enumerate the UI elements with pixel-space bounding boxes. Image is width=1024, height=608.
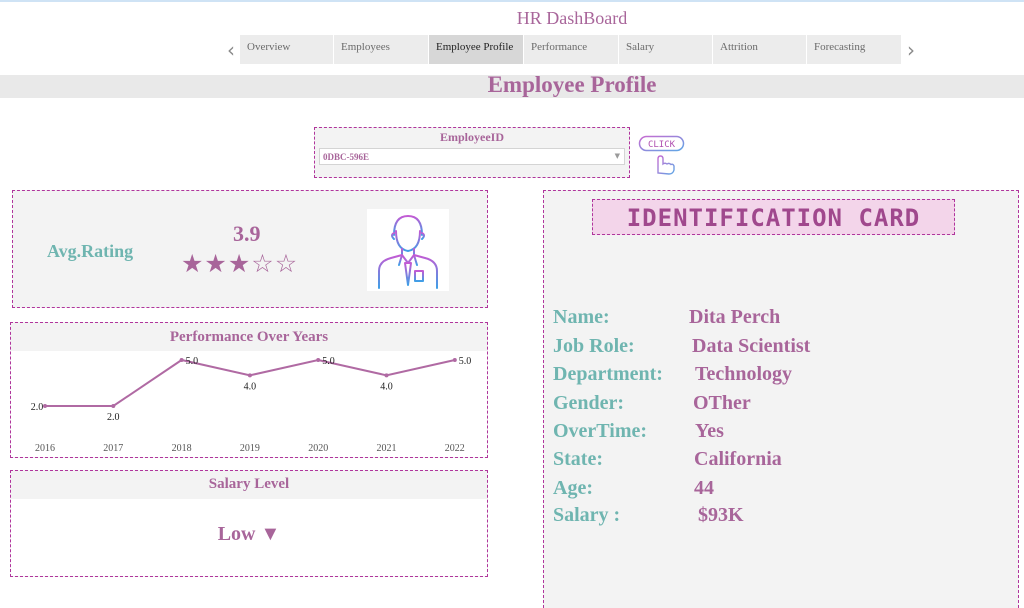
salary-title: Salary Level (208, 476, 290, 492)
star-filled-icon: ★ (227, 249, 252, 278)
id-field-key: Name: (553, 306, 610, 328)
id-field-key: Gender: (553, 392, 625, 414)
click-button[interactable]: CLICK (638, 135, 686, 175)
pointer-hand-icon: CLICK (638, 135, 685, 175)
star-rating: ★★★☆☆ (181, 249, 298, 278)
id-field-value: Data Scientist (692, 335, 811, 357)
data-label: 5.0 (322, 356, 335, 367)
employee-id-label: EmployeeID (440, 130, 504, 144)
performance-point (179, 358, 184, 362)
x-tick-label: 2018 (172, 443, 192, 454)
performance-chart: 2.0 2016 2.0 2017 5.0 2018 4.0 2019 5.0 2020 4.0 20… (11, 351, 487, 457)
performance-panel: Performance Over Years 2.0 2016 2.0 2017 5.0… (10, 322, 488, 458)
performance-point (247, 373, 252, 378)
rating-panel: Avg.Rating 3.9 ★★★☆☆ (12, 190, 488, 308)
data-label: 4.0 (244, 381, 257, 392)
performance-line-chart: 2.0 2016 2.0 2017 5.0 2018 4.0 2019 5.0 2020 4.0 20… (31, 356, 472, 454)
employee-id-select[interactable]: 0DBC-596E ▼ (319, 148, 625, 165)
performance-point (43, 404, 47, 408)
salary-body: Low ▼ (11, 499, 487, 576)
id-field-key: Job Role: (553, 335, 635, 357)
page-title: Employee Profile (487, 72, 657, 97)
page-title-wrap: Employee Profile (0, 0, 1024, 110)
performance-point (111, 404, 116, 408)
salary-level-value: Low ▼ (217, 523, 281, 545)
data-label: 4.0 (380, 381, 393, 392)
id-field-value: Dita Perch (689, 306, 781, 328)
avatar (367, 209, 449, 291)
avg-rating-label: Avg.Rating (47, 241, 134, 261)
avg-rating-value: 3.9 (233, 221, 261, 246)
x-tick-label: 2016 (35, 443, 55, 454)
id-field-key: Age: (553, 477, 593, 499)
salary-panel: Salary Level Low ▼ (10, 470, 488, 577)
id-field-value: Yes (695, 420, 724, 442)
data-label: 5.0 (459, 356, 472, 367)
performance-point (452, 358, 457, 362)
id-card-title: IDENTIFICATION CARD (592, 199, 955, 235)
id-field-key: Salary : (553, 504, 621, 526)
data-label: 5.0 (186, 356, 199, 367)
id-field-value: California (694, 448, 782, 470)
star-empty-icon: ☆ (251, 249, 275, 278)
id-field-key: OverTime: (553, 420, 648, 442)
x-tick-label: 2020 (308, 443, 328, 454)
data-label: 2.0 (31, 402, 44, 413)
x-tick-label: 2022 (445, 443, 465, 454)
x-tick-label: 2021 (377, 443, 397, 454)
id-field-value: OTher (693, 392, 751, 414)
performance-title: Performance Over Years (169, 329, 329, 345)
employee-id-value: 0DBC-596E (323, 152, 370, 162)
id-field-key: Department: (553, 363, 663, 385)
employee-id-filter: EmployeeID 0DBC-596E ▼ (314, 127, 630, 178)
identification-card-panel: IDENTIFICATION CARD Name: Dita Perch Job… (543, 190, 1019, 608)
dropdown-caret-icon: ▼ (614, 152, 620, 160)
click-button-label: CLICK (648, 140, 676, 150)
id-field-value: Technology (695, 363, 793, 385)
x-tick-label: 2019 (240, 443, 260, 454)
performance-point (316, 358, 321, 362)
id-field-value: 44 (694, 477, 714, 499)
employee-avatar-icon (378, 215, 438, 289)
star-filled-icon: ★ (204, 249, 228, 278)
performance-point (384, 373, 389, 378)
data-label: 2.0 (107, 412, 120, 423)
star-filled-icon: ★ (181, 249, 205, 278)
x-tick-label: 2017 (103, 443, 123, 454)
id-field-value: $93K (698, 504, 744, 526)
star-empty-icon: ☆ (274, 249, 299, 278)
id-field-key: State: (553, 448, 603, 470)
